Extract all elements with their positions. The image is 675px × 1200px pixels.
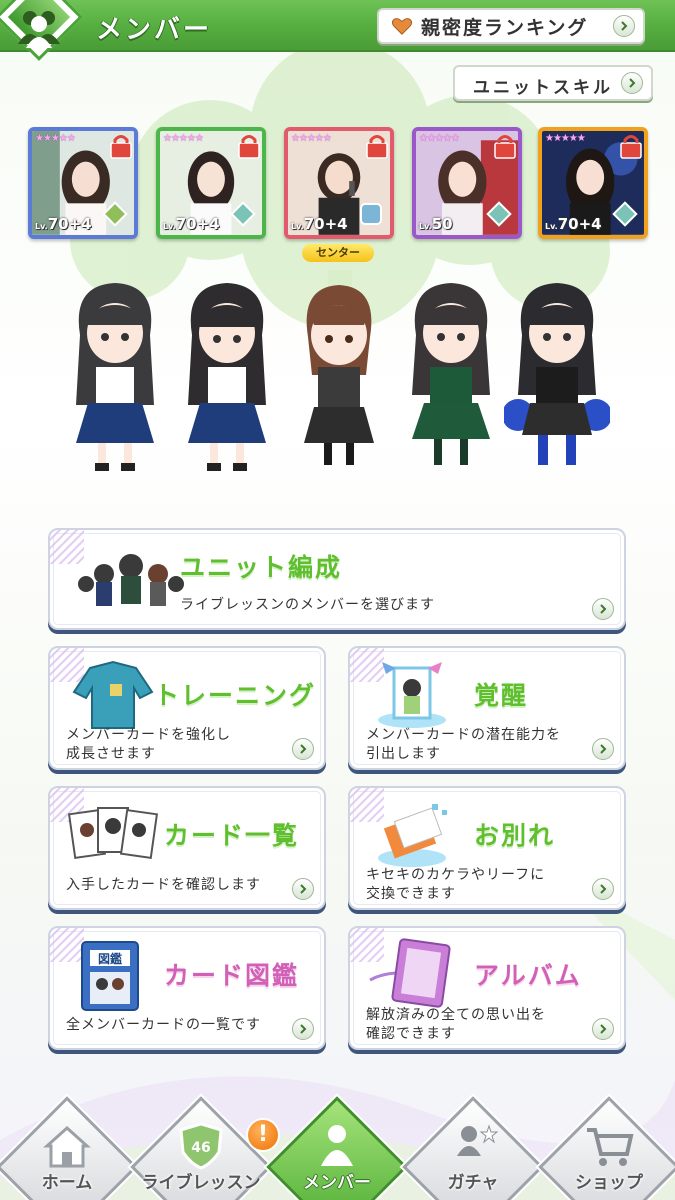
member-card-1[interactable]: ★★★★★ Lv.70+4	[28, 127, 138, 239]
awaken-title: 覚醒	[474, 681, 529, 710]
album-panel[interactable]: アルバム 解放済みの全ての思い出を 確認できます	[348, 926, 626, 1050]
jacket-icon	[72, 660, 154, 729]
card-level: Lv.70+4	[291, 215, 348, 233]
album-desc-line2: 確認できます	[366, 1026, 456, 1042]
album-icon	[369, 938, 451, 1008]
training-title: トレーニング	[154, 681, 317, 710]
member-silhouette-icon	[18, 11, 60, 48]
farewell-title: お別れ	[474, 821, 556, 850]
affinity-ranking-button[interactable]: 親密度ランキング	[377, 8, 645, 44]
chevron-right-icon	[592, 878, 614, 900]
album-title: アルバム	[474, 961, 582, 990]
awaken-card-icon	[378, 662, 446, 728]
attribute-badge-icon	[612, 201, 638, 227]
chevron-right-icon	[292, 1018, 314, 1040]
nav-home-label: ホーム	[41, 1173, 93, 1193]
unit-formation-panel[interactable]: ユニット編成 ライブレッスンのメンバーを選びます	[48, 528, 626, 630]
chevron-right-icon	[613, 15, 635, 37]
chibi-member-4[interactable]	[398, 275, 504, 475]
nav-live-lesson[interactable]: 46 ライブレッスン	[130, 1096, 272, 1200]
member-card-3[interactable]: ★★★★★ Lv.70+4	[284, 127, 394, 239]
attribute-badge-icon	[230, 201, 256, 227]
chibi-member-1[interactable]	[62, 275, 168, 475]
chibi-member-2[interactable]	[174, 275, 280, 475]
shield-number: 46	[191, 1140, 210, 1156]
member-card-5[interactable]: ★★★★★ Lv.70+4	[538, 127, 648, 239]
card-level: Lv.50	[419, 215, 453, 233]
encyclopedia-book-label: 図鑑	[98, 951, 122, 966]
card-list-desc: 入手したカードを確認します	[66, 877, 261, 893]
rarity-stars: ★★★★★	[419, 133, 460, 144]
lock-icon	[238, 135, 260, 159]
nav-shop-label: ショップ	[575, 1173, 643, 1193]
lock-icon	[366, 135, 388, 159]
album-desc-line1: 解放済みの全ての思い出を	[366, 1007, 546, 1023]
page-title: メンバー	[96, 15, 213, 45]
farewell-panel[interactable]: お別れ キセキのカケラやリーフに 交換できます	[348, 786, 626, 910]
card-list-panel[interactable]: カード一覧 入手したカードを確認します	[48, 786, 326, 910]
rarity-stars: ★★★★★	[35, 133, 76, 144]
rarity-stars: ★★★★★	[163, 133, 204, 144]
header-bar: メンバー 親密度ランキング	[0, 0, 675, 61]
farewell-desc-line1: キセキのカケラやリーフに	[366, 867, 546, 883]
rarity-stars: ★★★★★	[545, 133, 586, 144]
heart-icon	[391, 18, 413, 35]
chevron-right-icon	[592, 1018, 614, 1040]
farewell-icon	[378, 804, 447, 867]
nav-gacha[interactable]: ガチャ	[402, 1096, 544, 1200]
member-card-2[interactable]: ★★★★★ Lv.70+4	[156, 127, 266, 239]
chevron-right-icon	[292, 738, 314, 760]
live-lesson-alert-badge: !	[246, 1118, 280, 1152]
attribute-badge-icon	[486, 201, 512, 227]
rarity-stars: ★★★★★	[291, 133, 332, 144]
unit-skill-button[interactable]: ユニットスキル	[453, 65, 653, 101]
lock-icon	[494, 135, 516, 159]
chevron-right-icon	[292, 878, 314, 900]
member-silhouette-icon	[321, 1125, 353, 1166]
unit-formation-desc: ライブレッスンのメンバーを選びます	[180, 597, 435, 613]
nav-member-label: メンバー	[303, 1173, 371, 1193]
card-encyclopedia-desc: 全メンバーカードの一覧です	[66, 1017, 261, 1033]
attribute-badge-icon	[360, 203, 382, 225]
unit-group-icon	[78, 554, 184, 606]
unit-skill-label: ユニットスキル	[473, 78, 613, 98]
card-level: Lv.70+4	[35, 215, 92, 233]
shield-icon: 46	[179, 1122, 223, 1170]
nav-live-lesson-label: ライブレッスン	[141, 1173, 261, 1193]
chevron-right-icon	[592, 598, 614, 620]
farewell-desc-line2: 交換できます	[366, 886, 456, 902]
card-encyclopedia-panel[interactable]: 図鑑 カード図鑑 全メンバーカードの一覧です	[48, 926, 326, 1050]
training-desc-line1: メンバーカードを強化し	[66, 727, 231, 743]
training-panel[interactable]: トレーニング メンバーカードを強化し 成長させます	[48, 646, 326, 770]
card-encyclopedia-title: カード図鑑	[164, 961, 300, 990]
card-list-title: カード一覧	[164, 821, 300, 850]
chevron-right-icon	[592, 738, 614, 760]
unit-formation-title: ユニット編成	[180, 553, 343, 582]
chibi-member-5[interactable]	[504, 275, 610, 475]
card-level: Lv.70+4	[545, 215, 602, 233]
card-level: Lv.70+4	[163, 215, 220, 233]
bottom-nav: ホーム 46 ライブレッスン メンバー ガチャ ショップ	[0, 1096, 675, 1200]
gacha-stars-icon	[457, 1124, 499, 1156]
chevron-right-icon	[621, 72, 643, 94]
center-position-tag: センター	[302, 244, 374, 262]
home-icon	[43, 1125, 91, 1168]
member-card-4[interactable]: ★★★★★ Lv.50	[412, 127, 522, 239]
lock-icon	[110, 135, 132, 159]
attribute-badge-icon	[102, 201, 128, 227]
encyclopedia-book-icon: 図鑑	[81, 941, 139, 1011]
lock-icon	[620, 135, 642, 159]
affinity-ranking-label: 親密度ランキング	[421, 16, 589, 39]
card-stack-icon	[68, 807, 158, 860]
nav-home[interactable]: ホーム	[0, 1096, 138, 1200]
training-desc-line2: 成長させます	[66, 746, 156, 762]
nav-shop[interactable]: ショップ	[538, 1096, 675, 1200]
shopping-cart-icon	[587, 1128, 634, 1166]
awaken-desc-line1: メンバーカードの潜在能力を	[366, 727, 561, 743]
chibi-member-3[interactable]	[286, 275, 392, 475]
awaken-desc-line2: 引出します	[366, 746, 441, 762]
nav-member[interactable]: メンバー	[266, 1096, 408, 1200]
nav-gacha-label: ガチャ	[447, 1173, 499, 1193]
awaken-panel[interactable]: 覚醒 メンバーカードの潜在能力を 引出します	[348, 646, 626, 770]
